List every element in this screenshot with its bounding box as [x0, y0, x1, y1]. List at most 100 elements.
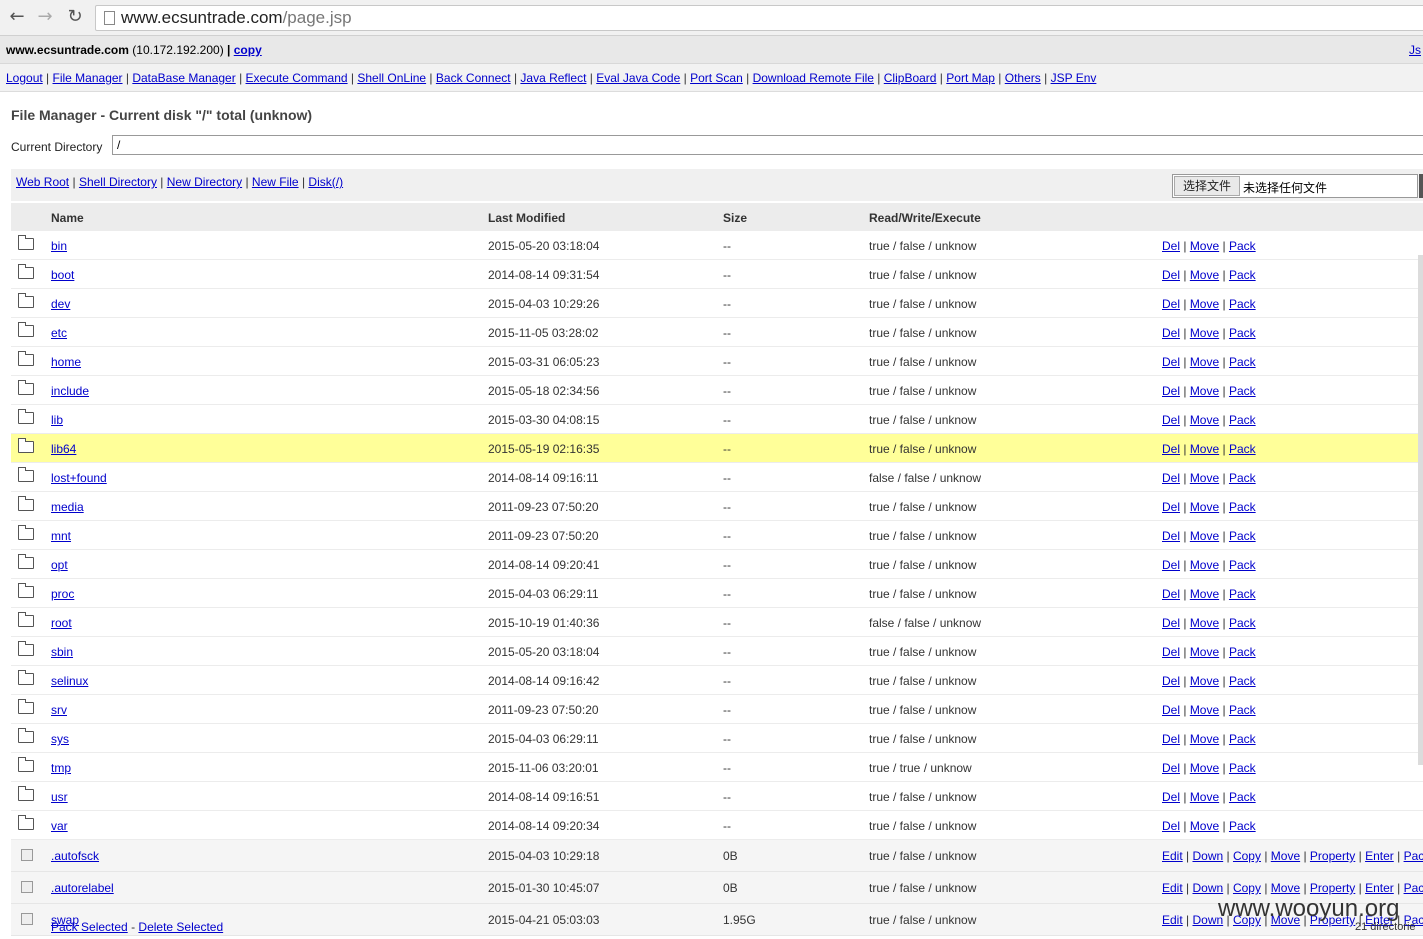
- dir-name-link[interactable]: media: [51, 500, 84, 514]
- dir-name-link[interactable]: sbin: [51, 645, 73, 659]
- dir-action-del[interactable]: Del: [1162, 587, 1180, 601]
- dir-action-pack[interactable]: Pack: [1229, 355, 1256, 369]
- dir-name-link[interactable]: lost+found: [51, 471, 107, 485]
- dir-action-move[interactable]: Move: [1190, 674, 1219, 688]
- dir-action-del[interactable]: Del: [1162, 645, 1180, 659]
- dir-action-move[interactable]: Move: [1190, 587, 1219, 601]
- dir-action-move[interactable]: Move: [1190, 268, 1219, 282]
- dir-action-del[interactable]: Del: [1162, 239, 1180, 253]
- dir-action-del[interactable]: Del: [1162, 616, 1180, 630]
- menu-link-port-scan[interactable]: Port Scan: [690, 71, 743, 85]
- dir-action-pack[interactable]: Pack: [1229, 674, 1256, 688]
- dir-action-move[interactable]: Move: [1190, 500, 1219, 514]
- file-action-down[interactable]: Down: [1192, 849, 1223, 863]
- dir-action-del[interactable]: Del: [1162, 326, 1180, 340]
- menu-link-logout[interactable]: Logout: [6, 71, 43, 85]
- file-action-enter[interactable]: Enter: [1365, 881, 1394, 895]
- file-action-move[interactable]: Move: [1271, 881, 1300, 895]
- dir-action-move[interactable]: Move: [1190, 355, 1219, 369]
- pack-selected-link[interactable]: Pack Selected: [51, 920, 128, 934]
- dir-name-link[interactable]: tmp: [51, 761, 71, 775]
- dir-action-move[interactable]: Move: [1190, 384, 1219, 398]
- dir-action-pack[interactable]: Pack: [1229, 587, 1256, 601]
- dir-action-move[interactable]: Move: [1190, 761, 1219, 775]
- dir-name-link[interactable]: etc: [51, 326, 67, 340]
- dir-name-link[interactable]: lib64: [51, 442, 76, 456]
- file-checkbox[interactable]: [21, 881, 33, 893]
- file-action-property[interactable]: Property: [1310, 849, 1355, 863]
- menu-link-others[interactable]: Others: [1005, 71, 1041, 85]
- dir-action-move[interactable]: Move: [1190, 529, 1219, 543]
- menu-link-shell-online[interactable]: Shell OnLine: [357, 71, 426, 85]
- dir-name-link[interactable]: selinux: [51, 674, 88, 688]
- dir-action-pack[interactable]: Pack: [1229, 616, 1256, 630]
- dir-action-move[interactable]: Move: [1190, 790, 1219, 804]
- dir-action-del[interactable]: Del: [1162, 442, 1180, 456]
- dir-action-pack[interactable]: Pack: [1229, 732, 1256, 746]
- dir-action-del[interactable]: Del: [1162, 558, 1180, 572]
- js-link[interactable]: Js: [1409, 43, 1421, 57]
- dir-action-pack[interactable]: Pack: [1229, 819, 1256, 833]
- dir-action-move[interactable]: Move: [1190, 732, 1219, 746]
- file-action-enter[interactable]: Enter: [1365, 849, 1394, 863]
- dir-name-link[interactable]: var: [51, 819, 68, 833]
- file-action-edit[interactable]: Edit: [1162, 849, 1183, 863]
- toolbar-link-shell-directory[interactable]: Shell Directory: [79, 175, 157, 189]
- dir-action-del[interactable]: Del: [1162, 413, 1180, 427]
- dir-action-pack[interactable]: Pack: [1229, 529, 1256, 543]
- dir-action-pack[interactable]: Pack: [1229, 297, 1256, 311]
- file-action-down[interactable]: Down: [1192, 881, 1223, 895]
- forward-arrow-icon[interactable]: →: [34, 6, 56, 28]
- dir-action-move[interactable]: Move: [1190, 703, 1219, 717]
- dir-action-move[interactable]: Move: [1190, 645, 1219, 659]
- dir-action-pack[interactable]: Pack: [1229, 471, 1256, 485]
- dir-action-pack[interactable]: Pack: [1229, 268, 1256, 282]
- dir-action-move[interactable]: Move: [1190, 297, 1219, 311]
- toolbar-link-disk[interactable]: Disk(/): [308, 175, 343, 189]
- dir-action-pack[interactable]: Pack: [1229, 500, 1256, 514]
- dir-action-move[interactable]: Move: [1190, 442, 1219, 456]
- dir-action-pack[interactable]: Pack: [1229, 442, 1256, 456]
- menu-link-back-connect[interactable]: Back Connect: [436, 71, 511, 85]
- file-picker[interactable]: 选择文件 未选择任何文件: [1172, 174, 1418, 198]
- menu-link-execute-command[interactable]: Execute Command: [246, 71, 348, 85]
- dir-action-del[interactable]: Del: [1162, 819, 1180, 833]
- dir-action-del[interactable]: Del: [1162, 355, 1180, 369]
- dir-action-del[interactable]: Del: [1162, 732, 1180, 746]
- copy-link[interactable]: copy: [234, 43, 262, 57]
- toolbar-link-new-directory[interactable]: New Directory: [167, 175, 242, 189]
- address-bar[interactable]: www.ecsuntrade.com/page.jsp: [95, 5, 1423, 31]
- dir-name-link[interactable]: srv: [51, 703, 67, 717]
- dir-action-move[interactable]: Move: [1190, 616, 1219, 630]
- file-action-pac[interactable]: Pac: [1404, 849, 1423, 863]
- dir-action-pack[interactable]: Pack: [1229, 761, 1256, 775]
- menu-link-jsp-env[interactable]: JSP Env: [1051, 71, 1097, 85]
- dir-name-link[interactable]: mnt: [51, 529, 71, 543]
- current-directory-input[interactable]: [112, 135, 1423, 155]
- upload-button-edge[interactable]: [1419, 174, 1423, 198]
- dir-action-move[interactable]: Move: [1190, 326, 1219, 340]
- menu-link-database-manager[interactable]: DataBase Manager: [132, 71, 235, 85]
- menu-link-file-manager[interactable]: File Manager: [53, 71, 123, 85]
- file-action-copy[interactable]: Copy: [1233, 881, 1261, 895]
- menu-link-port-map[interactable]: Port Map: [946, 71, 995, 85]
- file-action-copy[interactable]: Copy: [1233, 849, 1261, 863]
- toolbar-link-new-file[interactable]: New File: [252, 175, 299, 189]
- dir-name-link[interactable]: home: [51, 355, 81, 369]
- dir-action-pack[interactable]: Pack: [1229, 790, 1256, 804]
- dir-action-del[interactable]: Del: [1162, 529, 1180, 543]
- file-name-link[interactable]: .autorelabel: [51, 881, 114, 895]
- dir-action-move[interactable]: Move: [1190, 471, 1219, 485]
- reload-icon[interactable]: ↻: [64, 6, 86, 28]
- file-action-move[interactable]: Move: [1271, 849, 1300, 863]
- dir-action-del[interactable]: Del: [1162, 297, 1180, 311]
- file-action-pac[interactable]: Pac: [1404, 881, 1423, 895]
- dir-action-del[interactable]: Del: [1162, 761, 1180, 775]
- dir-action-del[interactable]: Del: [1162, 674, 1180, 688]
- dir-name-link[interactable]: bin: [51, 239, 67, 253]
- menu-link-java-reflect[interactable]: Java Reflect: [520, 71, 586, 85]
- choose-file-button[interactable]: 选择文件: [1174, 176, 1241, 196]
- file-name-link[interactable]: .autofsck: [51, 849, 99, 863]
- dir-action-pack[interactable]: Pack: [1229, 558, 1256, 572]
- dir-name-link[interactable]: opt: [51, 558, 68, 572]
